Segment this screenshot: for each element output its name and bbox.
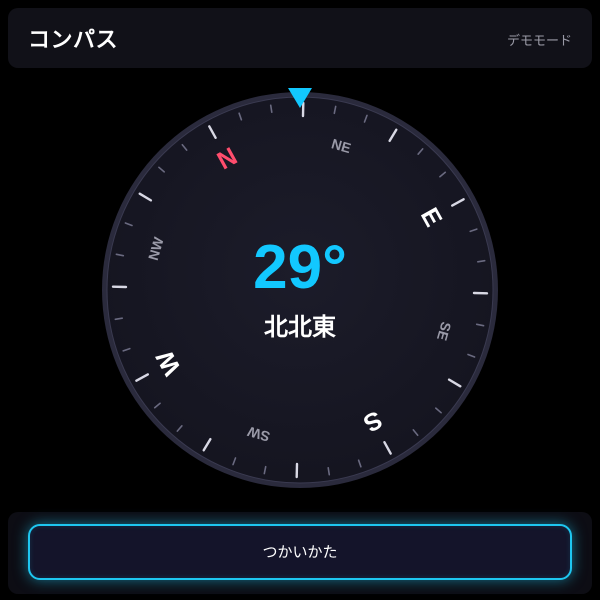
how-to-use-button[interactable]: つかいかた bbox=[28, 524, 572, 580]
compass-dial: N E S W NE SE SW NW 29° 北北東 bbox=[0, 0, 600, 600]
minor-tick bbox=[327, 466, 331, 476]
minor-tick bbox=[269, 104, 273, 113]
heading-direction: 北北東 bbox=[264, 313, 336, 341]
footer-panel: つかいかた bbox=[8, 512, 592, 594]
minor-tick bbox=[476, 259, 486, 263]
heading-degrees: 29° bbox=[253, 233, 347, 302]
minor-tick bbox=[114, 317, 123, 321]
compass-screen: コンパス デモモード N E S W NE SE SW NW 29° 北北東 つかいかた bbox=[0, 0, 600, 600]
